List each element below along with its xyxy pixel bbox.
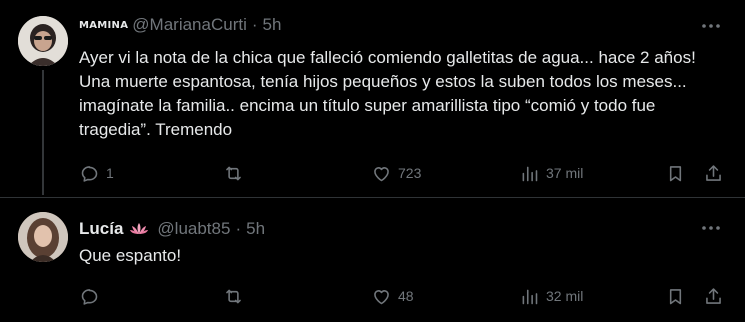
share-icon bbox=[706, 287, 721, 304]
retweet-button[interactable] bbox=[223, 161, 250, 185]
views-button[interactable]: 37 mil bbox=[519, 161, 583, 185]
share-icon bbox=[706, 164, 721, 181]
avatar[interactable] bbox=[18, 16, 68, 66]
separator-dot: · bbox=[235, 219, 242, 238]
avatar[interactable] bbox=[18, 212, 68, 262]
bookmark-icon bbox=[669, 165, 682, 181]
views-button[interactable]: 32 mil bbox=[519, 284, 583, 308]
more-icon bbox=[702, 226, 720, 230]
reply-count: 1 bbox=[106, 165, 114, 181]
display-name[interactable]: MAMINA bbox=[79, 20, 128, 31]
tweet-actions: 48 32 mil bbox=[79, 284, 729, 308]
reply-button[interactable] bbox=[79, 284, 106, 308]
lotus-icon bbox=[129, 221, 149, 237]
heart-icon bbox=[374, 166, 389, 181]
reply-icon bbox=[81, 165, 98, 182]
tweet-header: MAMINA @MarianaCurti · 5h bbox=[79, 14, 281, 36]
retweet-icon bbox=[226, 289, 241, 303]
bookmark-icon bbox=[669, 288, 682, 304]
more-options-button[interactable] bbox=[699, 218, 723, 238]
retweet-icon bbox=[226, 166, 241, 180]
retweet-button[interactable] bbox=[223, 284, 250, 308]
tweet-actions: 1 723 37 mil bbox=[79, 161, 729, 185]
like-count: 723 bbox=[398, 165, 422, 181]
share-button[interactable] bbox=[703, 284, 724, 308]
more-options-button[interactable] bbox=[699, 16, 723, 36]
avatar-image bbox=[18, 212, 68, 262]
tweet-header: Lucía @luabt85 · 5h bbox=[79, 218, 265, 240]
separator-dot: · bbox=[251, 15, 258, 34]
views-icon bbox=[522, 166, 538, 181]
reply-icon bbox=[81, 288, 98, 305]
like-button[interactable]: 723 bbox=[371, 161, 421, 185]
heart-icon bbox=[374, 289, 389, 304]
avatar-image bbox=[18, 16, 68, 66]
timestamp[interactable]: 5h bbox=[263, 15, 282, 35]
more-icon bbox=[702, 24, 720, 28]
thread-line bbox=[42, 70, 44, 195]
bookmark-button[interactable] bbox=[665, 161, 686, 185]
tweet-lucia[interactable]: Lucía @luabt85 · 5h Que espanto! 48 32 m… bbox=[0, 198, 745, 322]
like-button[interactable]: 48 bbox=[371, 284, 414, 308]
user-handle[interactable]: @luabt85 bbox=[157, 219, 230, 239]
like-count: 48 bbox=[398, 288, 414, 304]
tweet-text: Ayer vi la nota de la chica que falleció… bbox=[79, 48, 696, 139]
tweet-text: Que espanto! bbox=[79, 246, 182, 265]
bookmark-button[interactable] bbox=[665, 284, 686, 308]
reply-button[interactable]: 1 bbox=[79, 161, 114, 185]
display-name[interactable]: Lucía bbox=[79, 219, 123, 239]
views-icon bbox=[522, 289, 538, 304]
user-handle[interactable]: @MarianaCurti bbox=[132, 15, 247, 35]
views-count: 37 mil bbox=[546, 165, 584, 181]
views-count: 32 mil bbox=[546, 288, 584, 304]
timestamp[interactable]: 5h bbox=[246, 219, 265, 239]
tweet-mariana[interactable]: MAMINA @MarianaCurti · 5h Ayer vi la not… bbox=[0, 0, 745, 197]
share-button[interactable] bbox=[703, 161, 724, 185]
